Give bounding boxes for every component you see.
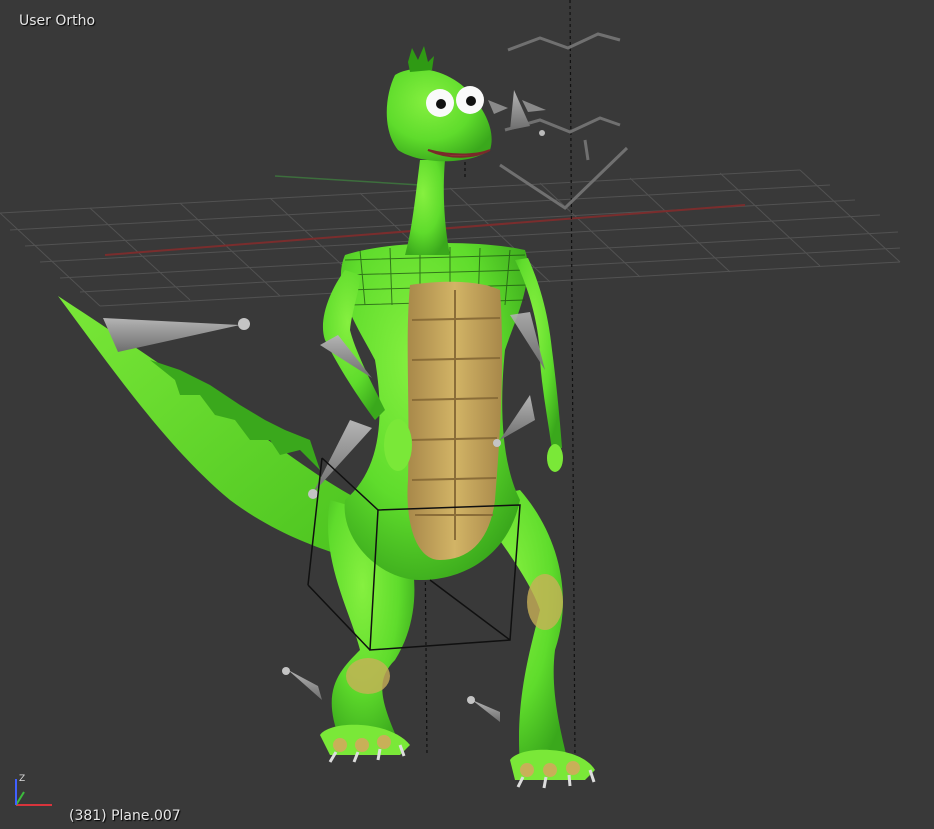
right-foot [510,749,596,789]
right-knee-pad [527,574,563,630]
grid-y-axis [274,175,421,186]
tail [58,296,360,555]
left-knee-pad [346,658,390,694]
left-hand [384,419,412,471]
right-hand [547,444,563,472]
view-mode-label: User Ortho [19,13,96,29]
axis-gizmo-icon: Z [15,774,52,806]
head-crest [408,46,434,72]
head-bone-gizmo [488,90,546,136]
active-object-info: (381) Plane.007 [69,808,181,824]
axis-y-line [15,791,25,806]
3d-viewport[interactable]: User Ortho (381) Plane.007 Z [0,0,934,829]
axis-z-label: Z [19,774,25,784]
viewport-scene [0,0,901,789]
left-foot [320,724,410,763]
